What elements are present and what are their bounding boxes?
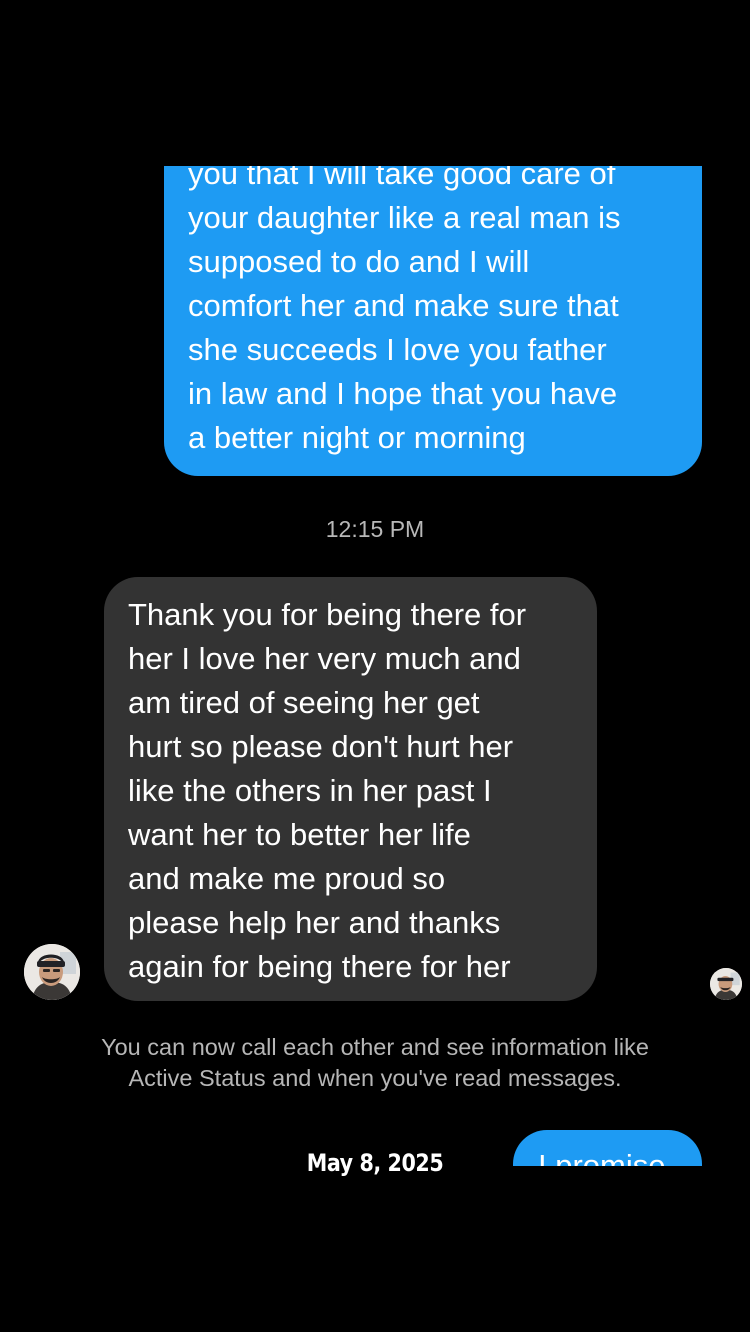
message-line: hurt so please don't hurt her	[128, 729, 514, 764]
message-line: she succeeds I love you father	[188, 332, 607, 367]
message-line: her I love her very much and	[128, 641, 521, 676]
message-line: like the others in her past I	[128, 773, 492, 808]
sender-avatar[interactable]	[24, 944, 80, 1000]
message-line: again for being there for her	[128, 949, 511, 984]
message-timestamp: 12:15 PM	[325, 516, 425, 542]
system-notice-line: Active Status and when you've read messa…	[128, 1065, 622, 1091]
message-line: you that I will take good care of	[188, 166, 616, 191]
read-receipt-avatar	[710, 968, 742, 1000]
message-line: am tired of seeing her get	[128, 685, 480, 720]
outgoing-message-text: you that I will take good care of your d…	[188, 166, 680, 460]
message-line: want her to better her life	[128, 817, 471, 852]
outgoing-message-bubble[interactable]: you that I will take good care of your d…	[164, 166, 702, 476]
system-notice-line: You can now call each other and see info…	[101, 1034, 649, 1060]
message-line: a better night or morning	[188, 420, 526, 455]
profile-photo-icon	[24, 944, 80, 1000]
message-thread: you that I will take good care of your d…	[0, 166, 750, 1166]
profile-photo-icon	[710, 968, 742, 1000]
message-line: comfort her and make sure that	[188, 288, 619, 323]
incoming-message-bubble[interactable]: Thank you for being there for her I love…	[104, 577, 597, 1001]
message-line: supposed to do and I will	[188, 244, 530, 279]
message-line: your daughter like a real man is	[188, 200, 621, 235]
message-line: Thank you for being there for	[128, 597, 527, 632]
message-line: please help her and thanks	[128, 905, 501, 940]
date-caption: May 8, 2025	[306, 1149, 444, 1177]
message-line: and make me proud so	[128, 861, 446, 896]
message-line: in law and I hope that you have	[188, 376, 618, 411]
system-notice: You can now call each other and see info…	[0, 1032, 750, 1094]
